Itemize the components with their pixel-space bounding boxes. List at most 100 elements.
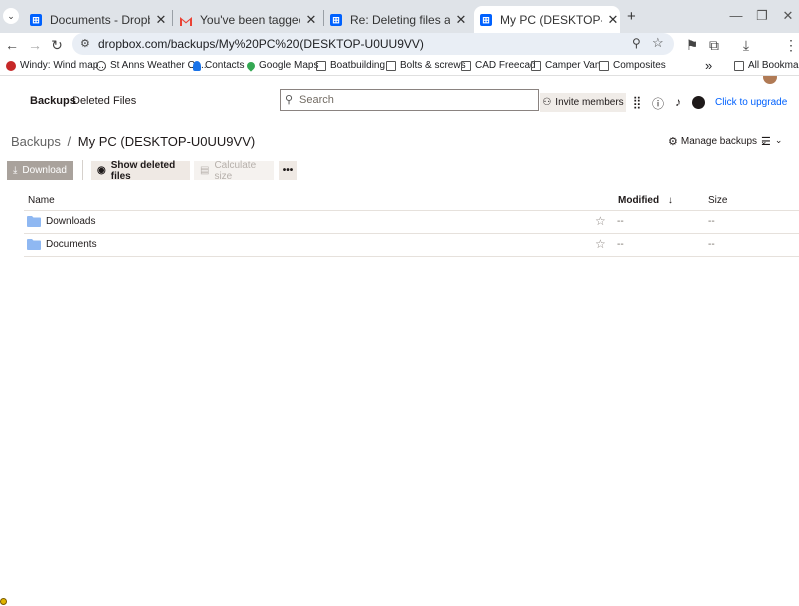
search-placeholder: Search: [299, 94, 334, 106]
bookmark-label: Camper Van: [545, 60, 601, 71]
restore-icon[interactable]: ❐: [752, 8, 772, 24]
folder-icon: [27, 239, 41, 250]
account-avatar[interactable]: [692, 96, 705, 109]
manage-backups-button[interactable]: ⚙ Manage backups ⌄: [668, 135, 768, 148]
maps-pin-icon: [245, 59, 257, 72]
view-toggle-button[interactable]: ☰ ⌄: [761, 135, 782, 148]
reload-icon[interactable]: ↻: [48, 36, 66, 54]
column-name[interactable]: Name: [28, 195, 55, 206]
bookmark-windy[interactable]: Windy: Wind map...: [6, 60, 107, 71]
tab-title: You've been tagged on the Dro: [200, 12, 300, 27]
close-window-icon[interactable]: ✕: [778, 8, 798, 24]
apps-grid-icon[interactable]: ⣿: [630, 95, 644, 109]
show-deleted-label: Show deleted files: [110, 159, 176, 182]
breadcrumb-separator: /: [67, 134, 72, 149]
bookmark-bolts-screws[interactable]: Bolts & screws: [386, 60, 466, 71]
back-icon[interactable]: ←: [3, 36, 21, 54]
bookmark-contacts[interactable]: Contacts: [193, 60, 244, 71]
row-name[interactable]: Documents: [46, 239, 97, 250]
contacts-icon: [193, 60, 201, 71]
close-icon[interactable]: ✕: [454, 12, 468, 28]
download-button[interactable]: ⤓ Download: [7, 161, 73, 180]
status-indicator-icon: [0, 598, 7, 605]
search-input[interactable]: ⚲ Search: [280, 89, 539, 111]
close-icon[interactable]: ✕: [304, 12, 318, 28]
minimize-icon[interactable]: —: [726, 8, 746, 23]
tab-strip: ⌄ ⊞ Documents - Dropbox ✕ You've been ta…: [0, 0, 799, 33]
zoom-icon[interactable]: ⚲: [632, 36, 641, 50]
download-icon[interactable]: ⤓: [737, 36, 755, 54]
folder-icon: [461, 60, 471, 71]
all-bookmarks[interactable]: All Bookmarks: [734, 60, 799, 71]
menu-kebab-icon[interactable]: ⋮: [782, 36, 799, 54]
bookmark-label: Bolts & screws: [400, 60, 466, 71]
more-bookmarks-button[interactable]: »: [705, 58, 712, 73]
breadcrumb-backups[interactable]: Backups: [11, 134, 61, 149]
bookmark-label: CAD Freecad: [475, 60, 536, 71]
nav-deleted-files[interactable]: Deleted Files: [72, 95, 136, 107]
download-label: Download: [22, 165, 67, 176]
calculate-size-button[interactable]: ▤ Calculate size: [194, 160, 274, 182]
tab-deleting-files[interactable]: ⊞ Re: Deleting files and folders to ✕: [328, 6, 468, 33]
tab-my-pc-backup[interactable]: ⊞ My PC (DESKTOP-U0UU9VV) - ✕: [474, 6, 620, 33]
table-row[interactable]: [24, 234, 799, 256]
tab-title: Re: Deleting files and folders to: [350, 12, 450, 27]
folder-icon: [734, 60, 744, 71]
column-modified[interactable]: Modified ↓: [618, 195, 673, 206]
row-name[interactable]: Downloads: [46, 216, 95, 227]
dropbox-icon: ⊞: [30, 13, 42, 26]
invite-members-button[interactable]: ⚇ Invite members: [540, 93, 626, 112]
row-size: --: [708, 216, 715, 227]
bookmark-cad-freecad[interactable]: CAD Freecad: [461, 60, 536, 71]
tab-title: My PC (DESKTOP-U0UU9VV) -: [500, 12, 602, 27]
star-icon[interactable]: ☆: [595, 237, 606, 251]
dropbox-icon: ⊞: [330, 13, 342, 26]
extensions-icon[interactable]: ⧉: [705, 36, 723, 54]
chevron-down-icon: ⌄: [774, 135, 783, 145]
tab-documents-dropbox[interactable]: ⊞ Documents - Dropbox ✕: [28, 6, 168, 33]
bookmark-label: Contacts: [205, 60, 245, 71]
breadcrumb: Backups / My PC (DESKTOP-U0UU9VV): [11, 134, 255, 149]
upgrade-link[interactable]: Click to upgrade: [715, 97, 787, 108]
bookmark-star-icon[interactable]: ☆: [652, 35, 664, 51]
forward-icon[interactable]: →: [26, 36, 44, 54]
profile-flag-icon[interactable]: ⚑: [683, 36, 701, 54]
tab-title: Documents - Dropbox: [50, 12, 150, 27]
browser-toolbar: ← → ↻ ⚙ dropbox.com/backups/My%20PC%20(D…: [0, 33, 799, 84]
gmail-icon: [180, 15, 192, 26]
bookmarks-bar: Windy: Wind map... St Anns Weather On...…: [0, 58, 799, 76]
more-actions-button[interactable]: •••: [279, 161, 297, 180]
person-add-icon: ⚇: [542, 97, 552, 108]
column-size[interactable]: Size: [708, 195, 727, 206]
column-modified-label: Modified: [618, 195, 660, 206]
gear-icon: ⚙: [668, 136, 678, 148]
tab-gmail-tagged[interactable]: You've been tagged on the Dro ✕: [178, 6, 318, 33]
folder-icon: [531, 60, 541, 71]
site-info-icon[interactable]: ⚙: [80, 37, 90, 50]
folder-icon: [599, 60, 609, 71]
row-modified: --: [617, 216, 624, 227]
bookmark-label: Windy: Wind map...: [20, 60, 107, 71]
folder-icon: [386, 60, 396, 71]
row-modified: --: [617, 239, 624, 250]
close-icon[interactable]: ✕: [606, 12, 620, 28]
nav-backups[interactable]: Backups: [30, 95, 76, 109]
close-icon[interactable]: ✕: [154, 12, 168, 28]
bookmark-google-maps[interactable]: Google Maps: [245, 59, 318, 72]
table-row[interactable]: [24, 211, 799, 233]
bell-icon[interactable]: ♪: [671, 95, 685, 109]
download-icon: ⤓: [13, 165, 18, 176]
address-bar[interactable]: ⚙ dropbox.com/backups/My%20PC%20(DESKTOP…: [72, 33, 674, 55]
help-icon[interactable]: ⓘ: [651, 95, 665, 112]
show-deleted-files-button[interactable]: ◉ Show deleted files: [91, 159, 190, 182]
star-icon[interactable]: ☆: [595, 214, 606, 228]
bookmark-label: Composites: [613, 60, 666, 71]
eye-icon: ◉: [97, 165, 106, 176]
bookmark-composites[interactable]: Composites: [599, 60, 666, 71]
dropbox-icon: ⊞: [480, 13, 492, 26]
new-tab-button[interactable]: +: [627, 8, 636, 25]
bookmark-camper-van[interactable]: Camper Van: [531, 60, 600, 71]
tab-search-button[interactable]: ⌄: [3, 8, 19, 24]
all-bookmarks-label: All Bookmarks: [748, 60, 799, 71]
bookmark-boatbuilding[interactable]: Boatbuilding: [316, 60, 385, 71]
